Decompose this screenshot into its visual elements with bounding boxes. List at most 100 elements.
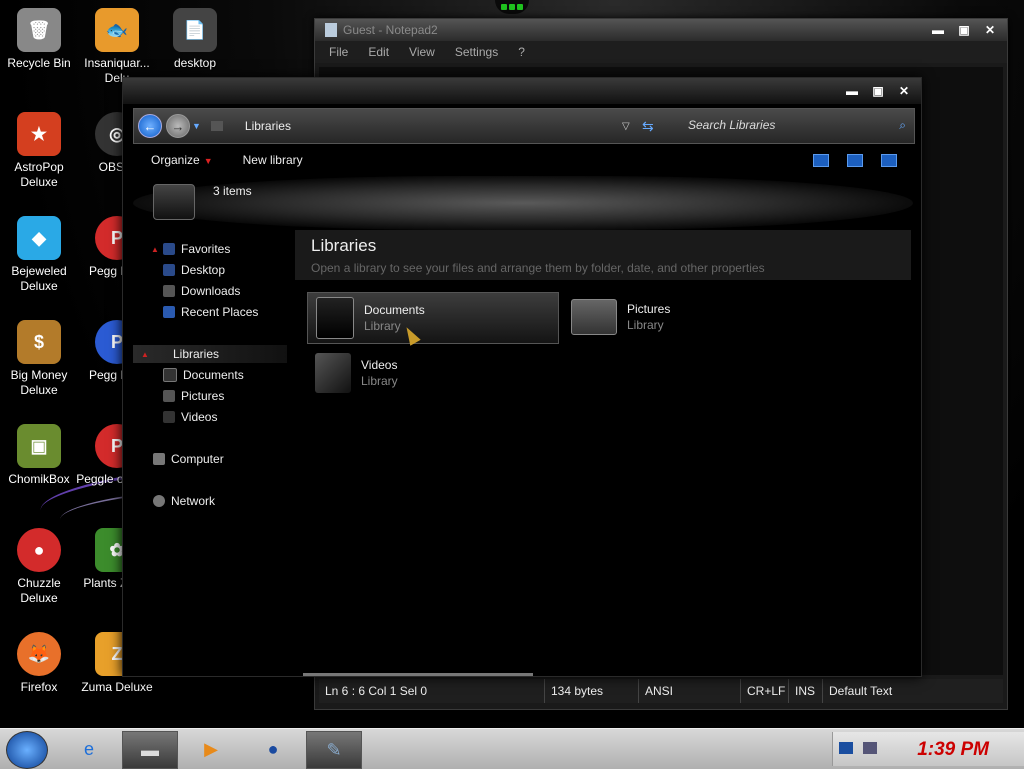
menu-edit[interactable]: Edit <box>368 45 389 59</box>
status-scheme[interactable]: Default Text <box>823 679 1003 703</box>
horizontal-scrollbar[interactable] <box>303 673 533 676</box>
desktop-icon-chuzzle[interactable]: ● Chuzzle Deluxe <box>0 528 80 606</box>
internet-explorer-icon[interactable]: e <box>62 731 116 767</box>
library-folder-icon <box>210 121 223 131</box>
notepad-taskbar-icon[interactable]: ✎ <box>306 731 362 769</box>
desktop-icon-chomikbox[interactable]: ▣ ChomikBox <box>0 424 80 487</box>
desktop-icon-desktop-file[interactable]: 📄 desktop <box>154 8 236 71</box>
firefox-icon: 🦊 <box>17 632 61 676</box>
media-player-icon[interactable]: ▶ <box>184 731 238 767</box>
desktop-icon-firefox[interactable]: 🦊 Firefox <box>0 632 80 695</box>
close-button[interactable]: ✕ <box>897 84 911 98</box>
status-encoding[interactable]: ANSI <box>639 679 741 703</box>
minimize-button[interactable]: ▬ <box>845 84 859 98</box>
notepad-statusbar: Ln 6 : 6 Col 1 Sel 0 134 bytes ANSI CR+L… <box>319 679 1003 703</box>
volume-icon[interactable] <box>863 742 877 754</box>
search-placeholder: Search Libraries <box>688 118 776 132</box>
menu-help[interactable]: ? <box>518 45 525 59</box>
network-icon <box>153 495 165 507</box>
nav-desktop[interactable]: Desktop <box>163 261 225 279</box>
maximize-button[interactable]: ▣ <box>957 23 971 37</box>
minimize-button[interactable]: ▬ <box>931 23 945 37</box>
downloads-icon <box>163 285 175 297</box>
status-mode: INS <box>789 679 823 703</box>
nav-pictures[interactable]: Pictures <box>163 387 224 405</box>
computer-icon <box>153 453 165 465</box>
status-size: 134 bytes <box>545 679 639 703</box>
notepad-titlebar[interactable]: Guest - Notepad2 ▬ ▣ ✕ <box>315 19 1007 41</box>
gem-icon: ◆ <box>17 216 61 260</box>
status-line-ending[interactable]: CR+LF <box>741 679 789 703</box>
refresh-icon[interactable]: ⇆ <box>642 118 654 135</box>
content-title: Libraries <box>311 236 377 255</box>
nav-videos[interactable]: Videos <box>163 408 217 426</box>
desktop-icon-recycle-bin[interactable]: 🗑 Recycle Bin <box>0 8 80 71</box>
explorer-titlebar[interactable]: ▬ ▣ ✕ <box>123 78 921 104</box>
details-banner: 3 items <box>133 176 913 230</box>
explorer-taskbar-icon[interactable]: ▬ <box>122 731 178 769</box>
library-item-pictures[interactable]: Pictures Library <box>563 292 813 342</box>
search-input[interactable]: Search Libraries ⌕ <box>674 113 910 137</box>
item-count: 3 items <box>213 184 252 198</box>
documents-icon <box>163 368 177 382</box>
fish-icon: 🐟 <box>95 8 139 52</box>
explorer-window[interactable]: ▬ ▣ ✕ ← → ▼ Libraries ▽ ⇆ Search Librari… <box>122 77 922 677</box>
desktop-icon-big-money[interactable]: $ Big Money Deluxe <box>0 320 80 398</box>
expand-triangle-icon[interactable]: ▲ <box>151 245 159 254</box>
change-view-icon[interactable] <box>813 153 829 167</box>
videos-library-icon <box>315 353 351 393</box>
desktop-icon-insaniquarium[interactable]: 🐟 Insaniquar... Delu <box>76 8 158 86</box>
library-item-documents[interactable]: Documents Library <box>307 292 559 344</box>
documents-library-icon <box>316 297 354 339</box>
desktop-icon-astropop[interactable]: ★ AstroPop Deluxe <box>0 112 80 190</box>
maximize-button[interactable]: ▣ <box>871 84 885 98</box>
address-bar: ← → ▼ Libraries ▽ ⇆ Search Libraries ⌕ <box>133 108 915 144</box>
network-tray-icon[interactable] <box>839 742 853 754</box>
expand-triangle-icon[interactable]: ▲ <box>141 350 149 359</box>
favorites-star-icon <box>163 243 175 255</box>
desktop-icon <box>163 264 175 276</box>
library-large-icon <box>153 184 195 220</box>
menu-view[interactable]: View <box>409 45 435 59</box>
library-item-videos[interactable]: Videos Library <box>307 348 557 398</box>
address-dropdown-icon[interactable]: ▽ <box>622 121 630 132</box>
close-button[interactable]: ✕ <box>983 23 997 37</box>
wallpaper-ornament <box>495 0 529 14</box>
nav-computer[interactable]: Computer <box>153 450 224 468</box>
menu-file[interactable]: File <box>329 45 348 59</box>
address-path[interactable]: Libraries <box>245 119 291 133</box>
recent-pages-chevron-icon[interactable]: ▼ <box>192 121 201 131</box>
recent-places-icon <box>163 306 175 318</box>
pictures-icon <box>163 390 175 402</box>
desktop-icon-bejeweled[interactable]: ◆ Bejeweled Deluxe <box>0 216 80 294</box>
new-library-button[interactable]: New library <box>243 153 303 167</box>
nav-downloads[interactable]: Downloads <box>163 282 240 300</box>
nav-favorites[interactable]: ▲ Favorites <box>151 240 230 258</box>
nav-recent-places[interactable]: Recent Places <box>163 303 258 321</box>
chuzzle-icon: ● <box>17 528 61 572</box>
organize-button[interactable]: Organize ▼ <box>151 153 213 167</box>
preview-pane-icon[interactable] <box>847 153 863 167</box>
astropop-icon: ★ <box>17 112 61 156</box>
menu-settings[interactable]: Settings <box>455 45 498 59</box>
nav-libraries[interactable]: ▲ Libraries <box>133 345 287 363</box>
forward-arrow-icon[interactable]: → <box>166 114 190 138</box>
notepad-menubar: File Edit View Settings ? <box>315 41 1007 63</box>
search-icon[interactable]: ⌕ <box>899 118 906 133</box>
nav-documents[interactable]: Documents <box>163 366 244 384</box>
chevron-down-icon: ▼ <box>203 156 213 166</box>
globe-icon[interactable]: ● <box>246 731 300 767</box>
system-tray: 1:39 PM <box>832 732 1024 766</box>
document-icon: 📄 <box>173 8 217 52</box>
content-subtitle: Open a library to see your files and arr… <box>311 261 765 275</box>
taskbar: e ▬ ▶ ● ✎ 1:39 PM <box>0 728 1024 769</box>
start-button[interactable] <box>6 731 48 769</box>
hamster-icon: ▣ <box>17 424 61 468</box>
clock[interactable]: 1:39 PM <box>917 739 989 761</box>
notepad-title: Guest - Notepad2 <box>343 23 438 37</box>
nav-network[interactable]: Network <box>153 492 215 510</box>
notepad-icon <box>325 23 337 37</box>
recycle-bin-icon: 🗑 <box>17 8 61 52</box>
help-icon[interactable] <box>881 153 897 167</box>
back-arrow-icon[interactable]: ← <box>138 114 162 138</box>
